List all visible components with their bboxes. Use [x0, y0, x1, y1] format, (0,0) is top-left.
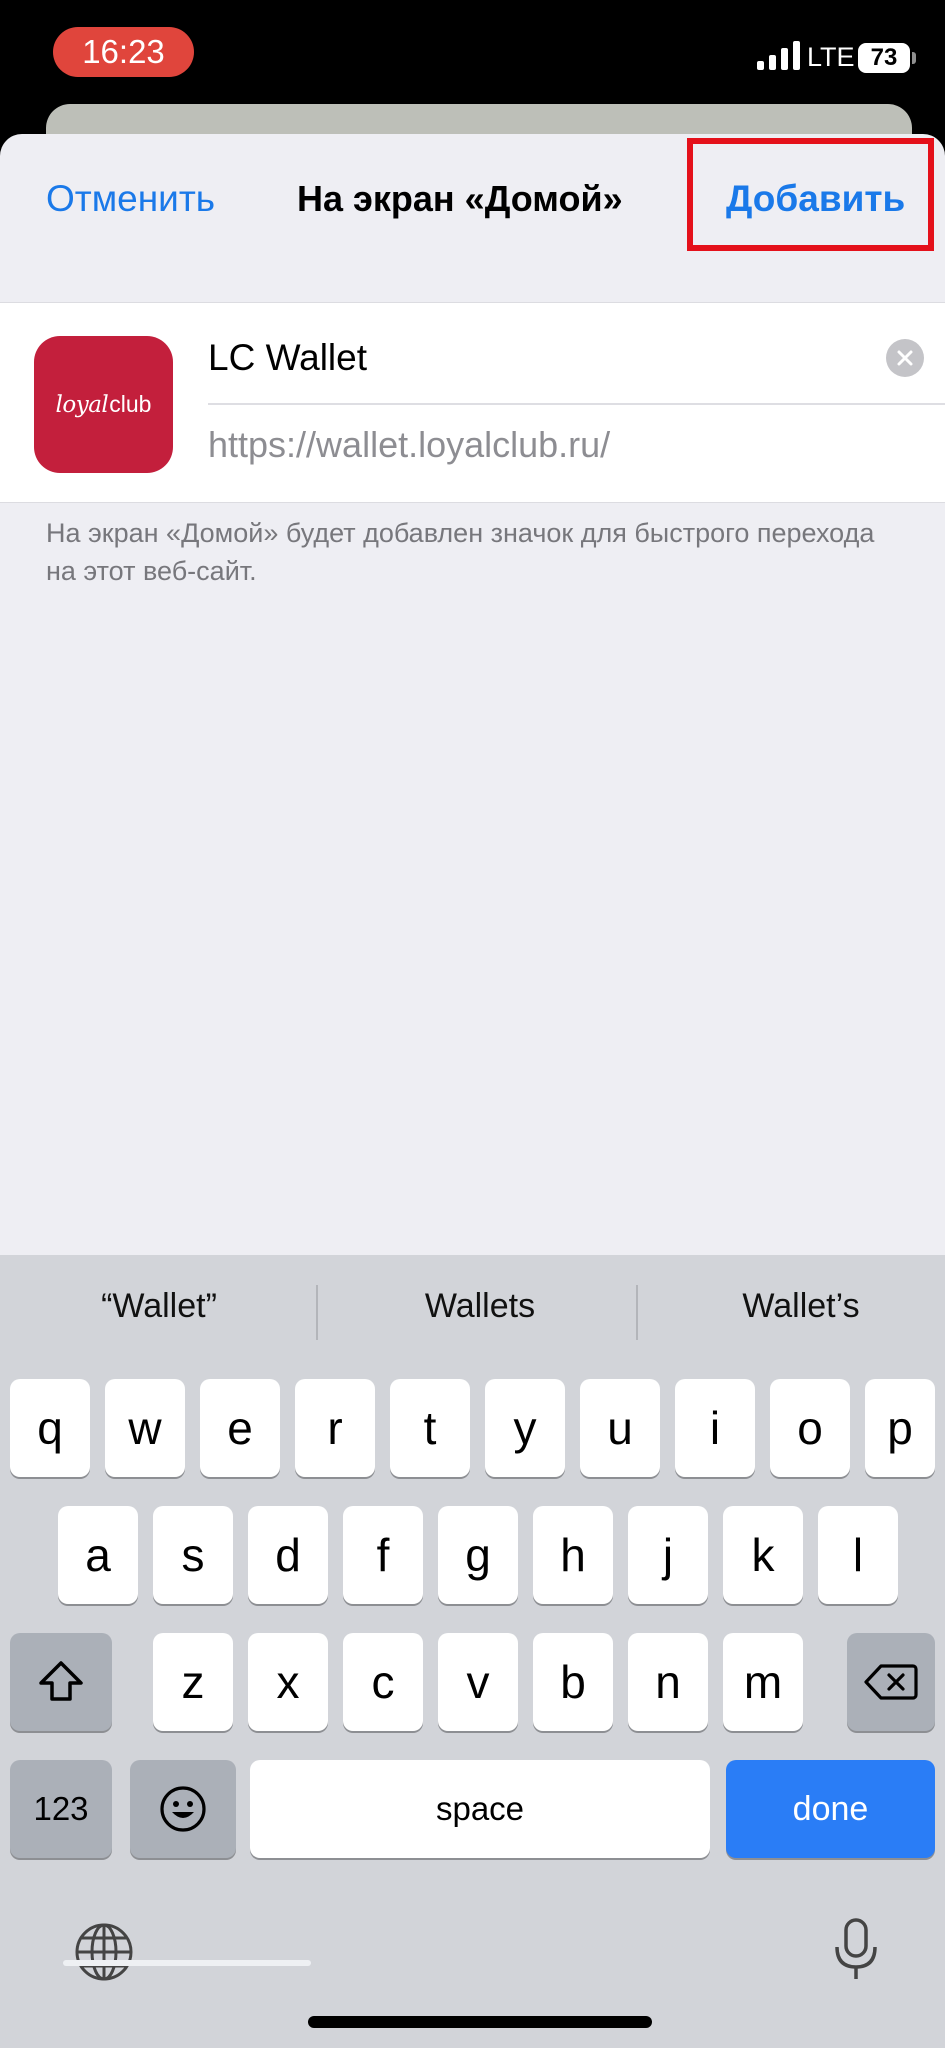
key-o[interactable]: o: [770, 1379, 850, 1477]
battery-tip: [912, 52, 916, 64]
shift-key[interactable]: [10, 1633, 112, 1731]
bookmark-card: loyalclub https://wallet.loyalclub.ru/: [0, 302, 945, 503]
status-bar: 16:23 LTE 73: [0, 0, 945, 104]
key-p[interactable]: p: [865, 1379, 935, 1477]
backspace-key[interactable]: [847, 1633, 935, 1731]
key-u[interactable]: u: [580, 1379, 660, 1477]
keyboard: “Wallet” Wallets Wallet’s q w e r t y u …: [0, 1255, 945, 2048]
app-icon-script-text: loyal: [55, 391, 109, 418]
key-s[interactable]: s: [153, 1506, 233, 1604]
bookmark-url: https://wallet.loyalclub.ru/: [208, 424, 611, 465]
close-icon: [897, 350, 913, 366]
key-c[interactable]: c: [343, 1633, 423, 1731]
suggestion-item[interactable]: Wallet’s: [644, 1282, 945, 1330]
key-i[interactable]: i: [675, 1379, 755, 1477]
battery-level: 73: [870, 44, 898, 71]
key-z[interactable]: z: [153, 1633, 233, 1731]
emoji-key[interactable]: [130, 1760, 236, 1858]
key-x[interactable]: x: [248, 1633, 328, 1731]
key-k[interactable]: k: [723, 1506, 803, 1604]
status-time: 16:23: [53, 27, 194, 77]
dictation-indicator: [63, 1960, 311, 1966]
key-q[interactable]: q: [10, 1379, 90, 1477]
key-y[interactable]: y: [485, 1379, 565, 1477]
key-r[interactable]: r: [295, 1379, 375, 1477]
done-key[interactable]: done: [726, 1760, 935, 1858]
key-t[interactable]: t: [390, 1379, 470, 1477]
backspace-icon: [864, 1664, 918, 1700]
network-type: LTE: [807, 42, 855, 72]
battery-icon: 73: [858, 43, 910, 73]
space-key[interactable]: space: [250, 1760, 710, 1858]
numbers-key[interactable]: 123: [10, 1760, 112, 1858]
key-b[interactable]: b: [533, 1633, 613, 1731]
bookmark-name-input[interactable]: [208, 303, 868, 403]
shift-icon: [39, 1661, 83, 1701]
key-m[interactable]: m: [723, 1633, 803, 1731]
key-n[interactable]: n: [628, 1633, 708, 1731]
field-divider: [208, 403, 945, 405]
suggestion-divider: [636, 1285, 638, 1340]
key-h[interactable]: h: [533, 1506, 613, 1604]
suggestion-divider: [316, 1285, 318, 1340]
app-icon: loyal club: [34, 336, 173, 473]
highlight-annotation: [687, 138, 934, 251]
key-w[interactable]: w: [105, 1379, 185, 1477]
key-a[interactable]: a: [58, 1506, 138, 1604]
suggestion-bar: “Wallet” Wallets Wallet’s: [0, 1255, 945, 1369]
suggestion-item[interactable]: “Wallet”: [2, 1282, 316, 1330]
key-l[interactable]: l: [818, 1506, 898, 1604]
cancel-button[interactable]: Отменить: [46, 176, 215, 222]
microphone-icon[interactable]: [833, 1917, 879, 1983]
background-page-edge: [46, 104, 912, 134]
nav-bar: Отменить На экран «Домой» Добавить: [0, 134, 945, 268]
key-j[interactable]: j: [628, 1506, 708, 1604]
key-e[interactable]: e: [200, 1379, 280, 1477]
key-d[interactable]: d: [248, 1506, 328, 1604]
page-title: На экран «Домой»: [297, 178, 623, 219]
footnote-text: На экран «Домой» будет добавлен значок д…: [46, 518, 875, 586]
emoji-icon: [160, 1786, 206, 1832]
key-g[interactable]: g: [438, 1506, 518, 1604]
globe-icon[interactable]: [72, 1920, 136, 1984]
clear-circle-icon[interactable]: [886, 339, 924, 377]
suggestion-item[interactable]: Wallets: [323, 1282, 637, 1330]
key-f[interactable]: f: [343, 1506, 423, 1604]
home-indicator: [308, 2016, 652, 2028]
key-v[interactable]: v: [438, 1633, 518, 1731]
app-icon-plain-text: club: [109, 391, 152, 417]
cellular-signal-icon: [757, 41, 800, 70]
